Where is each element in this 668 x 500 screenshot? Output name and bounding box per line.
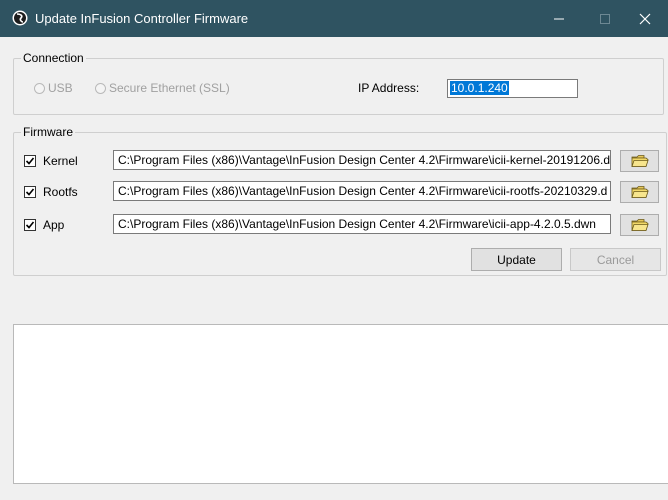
ssl-radio[interactable]: Secure Ethernet (SSL): [95, 81, 230, 95]
folder-icon: [630, 219, 649, 231]
close-button[interactable]: [622, 0, 668, 37]
kernel-checkbox[interactable]: Kernel: [24, 154, 78, 168]
ip-address-input[interactable]: 10.0.1.240: [447, 79, 578, 98]
update-button[interactable]: Update: [471, 248, 562, 271]
title-bar[interactable]: Update InFusion Controller Firmware: [0, 0, 668, 37]
usb-radio-label: USB: [48, 81, 73, 95]
maximize-icon: [600, 13, 610, 24]
rootfs-checkbox[interactable]: Rootfs: [24, 185, 78, 199]
folder-icon: [630, 155, 649, 167]
window-title: Update InFusion Controller Firmware: [35, 11, 249, 26]
cancel-button[interactable]: Cancel: [570, 248, 661, 271]
folder-icon: [630, 186, 649, 198]
checkmark-icon: [25, 188, 35, 196]
kernel-label: Kernel: [43, 154, 78, 168]
app-label: App: [43, 218, 65, 232]
kernel-checkbox-box[interactable]: [24, 155, 36, 167]
rootfs-path-input[interactable]: C:\Program Files (x86)\Vantage\InFusion …: [113, 181, 611, 201]
close-icon: [639, 13, 651, 24]
app-logo-icon: [12, 10, 28, 26]
minimize-icon: [554, 18, 564, 19]
usb-radio[interactable]: USB: [34, 81, 73, 95]
checkmark-icon: [25, 157, 35, 165]
app-checkbox-box[interactable]: [24, 219, 36, 231]
minimize-button[interactable]: [536, 0, 582, 37]
rootfs-label: Rootfs: [43, 185, 78, 199]
ssl-radio-label: Secure Ethernet (SSL): [109, 81, 230, 95]
app-browse-button[interactable]: [620, 214, 659, 236]
rootfs-checkbox-box[interactable]: [24, 186, 36, 198]
kernel-browse-button[interactable]: [620, 150, 659, 172]
app-path-input[interactable]: C:\Program Files (x86)\Vantage\InFusion …: [113, 214, 611, 234]
ssl-radio-circle[interactable]: [95, 82, 106, 94]
ip-address-value: 10.0.1.240: [450, 81, 509, 95]
rootfs-browse-button[interactable]: [620, 181, 659, 203]
firmware-update-window: Update InFusion Controller Firmware Conn…: [0, 0, 668, 500]
ip-address-label: IP Address:: [358, 81, 420, 95]
usb-radio-circle[interactable]: [34, 82, 45, 94]
output-log-area[interactable]: [13, 324, 668, 484]
firmware-legend: Firmware: [21, 125, 75, 139]
connection-legend: Connection: [21, 51, 86, 65]
kernel-path-input[interactable]: C:\Program Files (x86)\Vantage\InFusion …: [113, 150, 611, 170]
checkmark-icon: [25, 221, 35, 229]
app-checkbox[interactable]: App: [24, 218, 64, 232]
